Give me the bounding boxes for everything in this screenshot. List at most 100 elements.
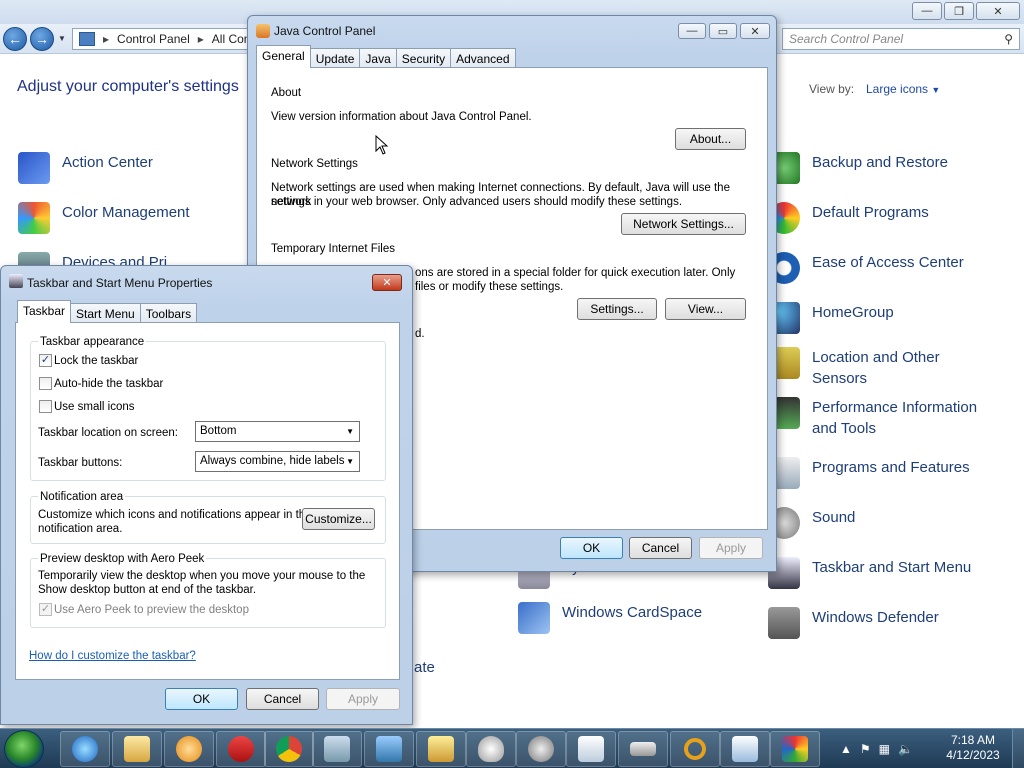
tab-taskbar[interactable]: Taskbar — [17, 300, 72, 323]
page-title: Adjust your computer's settings — [17, 78, 239, 95]
about-button[interactable]: About... — [675, 128, 746, 150]
keyboard-icon — [630, 742, 656, 756]
cp-item-programs[interactable]: Programs and Features — [768, 457, 970, 489]
cp-item-label: Programs and Features — [812, 459, 970, 476]
taskbar-location-select[interactable]: Bottom ▼ — [195, 421, 360, 442]
cp-item-homegroup[interactable]: HomeGroup — [768, 302, 894, 334]
tab-general[interactable]: General — [256, 45, 311, 68]
taskbar-mouse[interactable] — [466, 731, 516, 767]
cp-item-taskbar[interactable]: Taskbar and Start Menu — [768, 557, 971, 589]
cp-item-ease-of-access[interactable]: Ease of Access Center — [768, 252, 964, 284]
network-settings-button[interactable]: Network Settings... — [621, 213, 746, 235]
show-desktop-button[interactable] — [1012, 729, 1024, 768]
taskbar-keyboard[interactable] — [618, 731, 668, 767]
clock[interactable]: 7:18 AM 4/12/2023 — [940, 733, 1006, 763]
forward-button[interactable]: → — [30, 27, 54, 51]
ok-button[interactable]: OK — [165, 688, 238, 710]
window-title: Java Control Panel — [274, 24, 376, 38]
taskbar-buttons-value: Always combine, hide labels — [200, 455, 345, 467]
aero-peek-text-line2: Show desktop button at end of the taskba… — [38, 584, 257, 596]
taskbar-chrome[interactable] — [264, 731, 314, 767]
tab-start-menu[interactable]: Start Menu — [70, 303, 141, 323]
taskbar-folder[interactable] — [416, 731, 466, 767]
taskbar-task-scheduler[interactable] — [566, 731, 616, 767]
help-link[interactable]: How do I customize the taskbar? — [29, 649, 196, 663]
windows-taskbar: ▲ ⚑ ▦ 🔈 7:18 AM 4/12/2023 — [0, 728, 1024, 768]
back-button[interactable]: ← — [3, 27, 27, 51]
temp-files-fragment: d. — [415, 328, 425, 340]
cancel-button[interactable]: Cancel — [246, 688, 319, 710]
search-icon[interactable]: ⚲ — [1004, 32, 1013, 46]
taskbar-document[interactable] — [312, 731, 362, 767]
taskbar-sound[interactable] — [516, 731, 566, 767]
apply-button[interactable]: Apply — [326, 688, 400, 710]
taskbar-search[interactable] — [670, 731, 720, 767]
cp-item-color-management[interactable]: Color Management — [18, 202, 190, 234]
system-tray: ▲ ⚑ ▦ 🔈 — [840, 729, 913, 768]
action-center-flag-icon[interactable]: ⚑ — [860, 742, 871, 756]
ccleaner-icon — [228, 736, 254, 762]
taskbar-avg[interactable] — [770, 731, 820, 767]
taskbar-ccleaner[interactable] — [216, 731, 266, 767]
cp-item-performance[interactable]: Performance Information and Tools — [768, 397, 998, 439]
taskbar-media-player[interactable] — [164, 731, 214, 767]
cancel-button[interactable]: Cancel — [629, 537, 692, 559]
cp-item-action-center[interactable]: Action Center — [18, 152, 153, 184]
network-icon[interactable]: ▦ — [879, 742, 890, 756]
cp-item-label: ate — [414, 659, 435, 676]
ok-button[interactable]: OK — [560, 537, 623, 559]
minimize-button[interactable]: — — [678, 23, 706, 39]
small-icons-checkbox[interactable] — [39, 400, 52, 413]
taskbar-internet-explorer[interactable] — [60, 731, 110, 767]
minimize-button[interactable]: — — [912, 2, 942, 20]
color-management-icon — [18, 202, 50, 234]
start-button[interactable] — [4, 730, 44, 768]
cp-item-label: Action Center — [62, 154, 153, 171]
close-button[interactable]: ✕ — [976, 2, 1020, 20]
tab-advanced[interactable]: Advanced — [450, 48, 516, 68]
customize-button[interactable]: Customize... — [302, 508, 375, 530]
chevron-down-icon: ▼ — [346, 427, 354, 436]
autohide-checkbox[interactable] — [39, 377, 52, 390]
recent-pages-icon[interactable]: ▼ — [58, 34, 66, 43]
temp-settings-button[interactable]: Settings... — [577, 298, 657, 320]
wordpad-icon — [732, 736, 758, 762]
view-by-label: View by: — [809, 82, 855, 96]
cp-item-backup[interactable]: Backup and Restore — [768, 152, 948, 184]
cp-item-cardspace[interactable]: Windows CardSpace — [518, 602, 702, 634]
volume-muted-icon[interactable]: 🔈 — [898, 742, 913, 756]
breadcrumb-all-items[interactable]: All Con — [212, 32, 251, 46]
cp-item-location[interactable]: Location and Other Sensors — [768, 347, 998, 389]
view-by-dropdown[interactable]: Large icons ▼ — [866, 82, 940, 96]
tab-java[interactable]: Java — [359, 48, 397, 68]
taskbar-buttons-select[interactable]: Always combine, hide labels ▼ — [195, 451, 360, 472]
cp-item-default-programs[interactable]: Default Programs — [768, 202, 929, 234]
aero-peek-checkbox[interactable]: ✓ — [39, 603, 52, 616]
taskbar-wordpad[interactable] — [720, 731, 770, 767]
maximize-button[interactable]: ▭ — [709, 23, 737, 39]
temp-view-button[interactable]: View... — [665, 298, 746, 320]
flag-icon — [18, 152, 50, 184]
close-button[interactable]: ✕ — [372, 274, 402, 291]
cp-item-label: Ease of Access Center — [812, 254, 964, 271]
window-title: Taskbar and Start Menu Properties — [27, 276, 213, 290]
tab-toolbars[interactable]: Toolbars — [139, 303, 198, 323]
taskbar-control-panel[interactable] — [364, 731, 414, 767]
aero-peek-label: Preview desktop with Aero Peek — [38, 552, 207, 566]
tab-update[interactable]: Update — [309, 48, 361, 68]
cp-item-defender[interactable]: Windows Defender — [768, 607, 939, 639]
show-hidden-icons-icon[interactable]: ▲ — [840, 742, 852, 756]
restore-button[interactable]: ❐ — [944, 2, 974, 20]
taskbar-file-explorer[interactable] — [112, 731, 162, 767]
breadcrumb-control-panel[interactable]: Control Panel — [117, 32, 190, 46]
cp-item-partial[interactable]: ate — [414, 657, 435, 678]
tab-security[interactable]: Security — [395, 48, 452, 68]
java-icon — [256, 24, 270, 38]
cp-item-sound[interactable]: Sound — [768, 507, 855, 539]
close-button[interactable]: ✕ — [740, 23, 770, 39]
search-input[interactable]: Search Control Panel ⚲ — [782, 28, 1020, 50]
apply-button[interactable]: Apply — [699, 537, 763, 559]
task-scheduler-icon — [578, 736, 604, 762]
temp-files-text-line1: ons are stored in a special folder for q… — [415, 267, 736, 279]
lock-taskbar-checkbox[interactable]: ✓ — [39, 354, 52, 367]
